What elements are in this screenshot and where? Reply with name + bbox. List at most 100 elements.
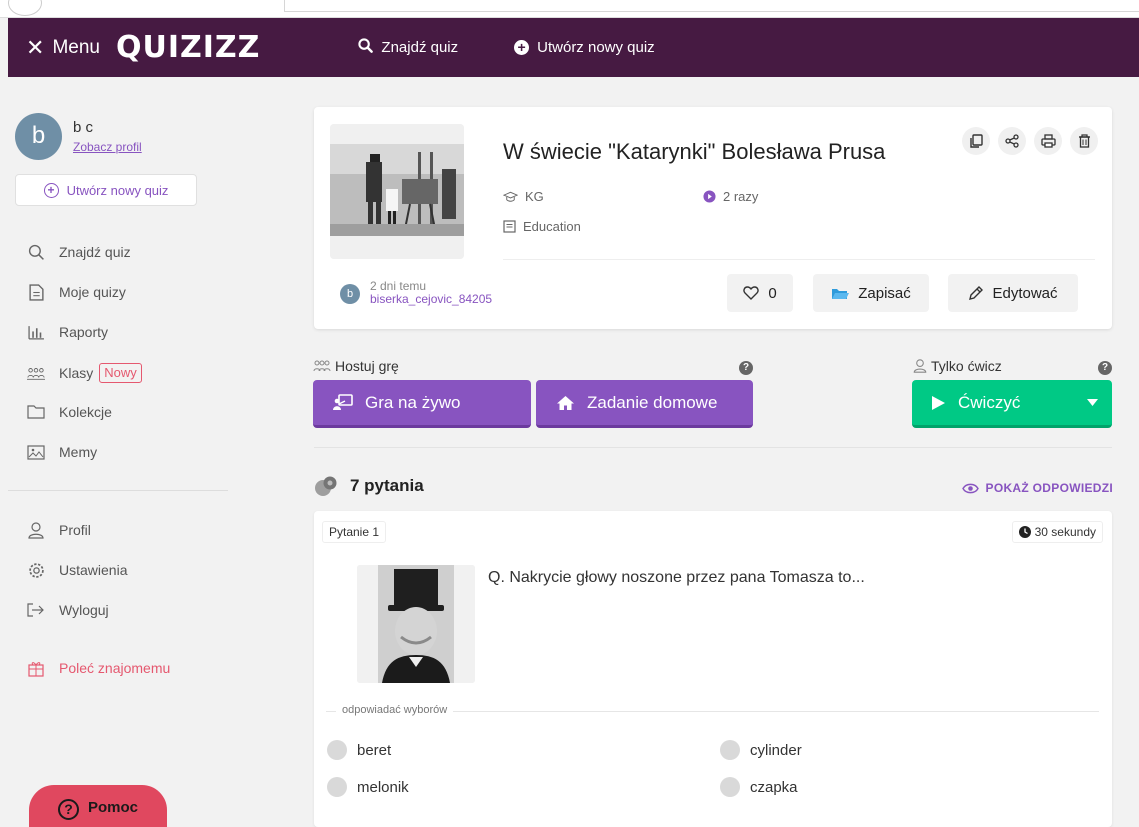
sidebar-item-reports[interactable]: Raporty	[27, 323, 108, 341]
question-number-tag: Pytanie 1	[322, 521, 387, 543]
option-dot	[720, 777, 740, 797]
show-answers-label: POKAŻ ODPOWIEDZI	[985, 481, 1113, 495]
author-avatar[interactable]: b	[340, 284, 360, 304]
card-divider	[503, 259, 1095, 260]
practice-button[interactable]: Ćwiczyć	[912, 380, 1112, 428]
book-icon	[503, 220, 516, 233]
trash-icon[interactable]	[1070, 127, 1098, 155]
avatar[interactable]: b	[15, 113, 62, 160]
view-profile-link[interactable]: Zobacz profil	[73, 140, 142, 154]
nav-create-quiz-label: Utwórz nowy quiz	[537, 39, 655, 56]
host-game-text: Hostuj grę	[335, 358, 399, 374]
share-icon[interactable]	[998, 127, 1026, 155]
sidebar-item-label: Ustawienia	[59, 562, 128, 578]
sidebar-item-refer-friend[interactable]: Poleć znajomemu	[27, 659, 170, 677]
questions-count: 7 pytania	[350, 476, 424, 495]
quiz-actions-icons	[962, 127, 1098, 155]
sidebar-item-label: Moje quizy	[59, 284, 126, 300]
host-game-label: Hostuj grę	[313, 358, 399, 374]
answer-choices-label: odpowiadać wyborów	[336, 704, 454, 716]
help-button[interactable]: ? Pomoc	[29, 785, 167, 827]
user-icon	[913, 359, 927, 373]
sidebar-item-label: Profil	[59, 522, 91, 538]
sidebar-item-memes[interactable]: Memy	[27, 443, 97, 461]
browser-back-button[interactable]	[8, 0, 42, 16]
caret-down-icon[interactable]	[1087, 399, 1098, 406]
like-button[interactable]: 0	[727, 274, 793, 312]
answer-option-label: cylinder	[750, 741, 802, 759]
nav-find-quiz-label: Znajdź quiz	[381, 39, 459, 56]
nav-find-quiz[interactable]: Znajdź quiz	[358, 38, 458, 57]
answer-option-label: beret	[357, 741, 392, 759]
folder-open-icon	[831, 287, 850, 300]
menu-label: Menu	[52, 36, 100, 58]
user-name: b c	[73, 119, 94, 136]
browser-strip	[0, 0, 1139, 18]
copy-icon[interactable]	[962, 127, 990, 155]
question-card: Pytanie 1 30 sekundy Q. Nakrycie głowy n…	[314, 511, 1112, 827]
practice-help-icon[interactable]: ?	[1098, 361, 1112, 375]
quiz-subject: Education	[503, 219, 581, 234]
sidebar: b b c Zobacz profil + Utwórz nowy quiz Z…	[8, 77, 288, 827]
sidebar-item-collections[interactable]: Kolekcje	[27, 403, 112, 421]
sidebar-item-label: Kolekcje	[59, 404, 112, 420]
heart-icon	[743, 286, 760, 300]
host-help-icon[interactable]: ?	[739, 361, 753, 375]
group-icon	[313, 360, 331, 373]
new-badge: Nowy	[99, 363, 142, 383]
sidebar-item-classes[interactable]: Klasy Nowy	[27, 363, 142, 383]
sidebar-item-profile[interactable]: Profil	[27, 521, 91, 539]
questions-header: 7 pytania	[314, 475, 424, 497]
top-bar: ✕ Menu QUIZIZZ Znajdź quiz + Utwórz nowy…	[8, 18, 1139, 77]
answer-option: beret	[327, 740, 391, 760]
answer-option: cylinder	[720, 740, 802, 760]
author-name-link[interactable]: biserka_cejovic_84205	[370, 292, 492, 306]
menu-toggle[interactable]: ✕ Menu	[26, 35, 100, 61]
quiz-plays: 2 razy	[703, 189, 758, 204]
search-icon	[27, 243, 45, 261]
practice-label: Tylko ćwicz	[913, 358, 1002, 374]
print-icon[interactable]	[1034, 127, 1062, 155]
question-image[interactable]	[357, 565, 475, 683]
clock-icon	[1018, 526, 1031, 538]
quizizz-logo[interactable]: QUIZIZZ	[116, 30, 260, 65]
image-icon	[27, 443, 45, 461]
sidebar-item-logout[interactable]: Wyloguj	[27, 601, 109, 619]
graduation-cap-icon	[503, 191, 518, 203]
edit-button[interactable]: Edytować	[948, 274, 1078, 312]
gift-icon	[27, 659, 45, 677]
quiz-thumbnail[interactable]	[330, 124, 464, 259]
quiz-subject-label: Education	[523, 219, 581, 234]
answer-option: czapka	[720, 777, 798, 797]
quiz-title: W świecie "Katarynki" Bolesława Prusa	[503, 139, 886, 164]
play-circle-icon	[703, 190, 716, 203]
classes-icon	[27, 364, 45, 382]
question-time-label: 30 sekundy	[1034, 525, 1096, 539]
sidebar-item-label: Memy	[59, 444, 98, 460]
quiz-grade: KG	[503, 189, 544, 204]
edit-button-label: Edytować	[992, 284, 1058, 302]
sidebar-item-my-quizzes[interactable]: Moje quizy	[27, 283, 126, 301]
answer-option: melonik	[327, 777, 409, 797]
sidebar-item-label: Wyloguj	[59, 602, 109, 618]
option-dot	[327, 777, 347, 797]
home-icon	[556, 395, 575, 411]
browser-address-bar[interactable]	[284, 0, 1139, 12]
homework-label: Zadanie domowe	[587, 392, 718, 412]
option-dot	[720, 740, 740, 760]
live-game-button[interactable]: Gra na żywo	[313, 380, 531, 428]
live-game-label: Gra na żywo	[365, 392, 461, 412]
sidebar-item-label: Raporty	[59, 324, 109, 340]
close-icon: ✕	[26, 34, 45, 60]
sidebar-item-find-quiz[interactable]: Znajdź quiz	[27, 243, 131, 261]
sidebar-create-quiz-button[interactable]: + Utwórz nowy quiz	[15, 174, 197, 206]
save-button-label: Zapisać	[858, 284, 911, 302]
practice-text: Tylko ćwicz	[931, 358, 1002, 374]
nav-create-quiz[interactable]: + Utwórz nowy quiz	[514, 39, 655, 56]
homework-button[interactable]: Zadanie domowe	[536, 380, 753, 428]
save-button[interactable]: Zapisać	[813, 274, 929, 312]
sidebar-item-label: Klasy	[59, 365, 94, 381]
show-answers-button[interactable]: POKAŻ ODPOWIEDZI	[961, 481, 1113, 495]
sidebar-item-settings[interactable]: Ustawienia	[27, 561, 127, 579]
plus-circle-icon: +	[43, 182, 59, 198]
